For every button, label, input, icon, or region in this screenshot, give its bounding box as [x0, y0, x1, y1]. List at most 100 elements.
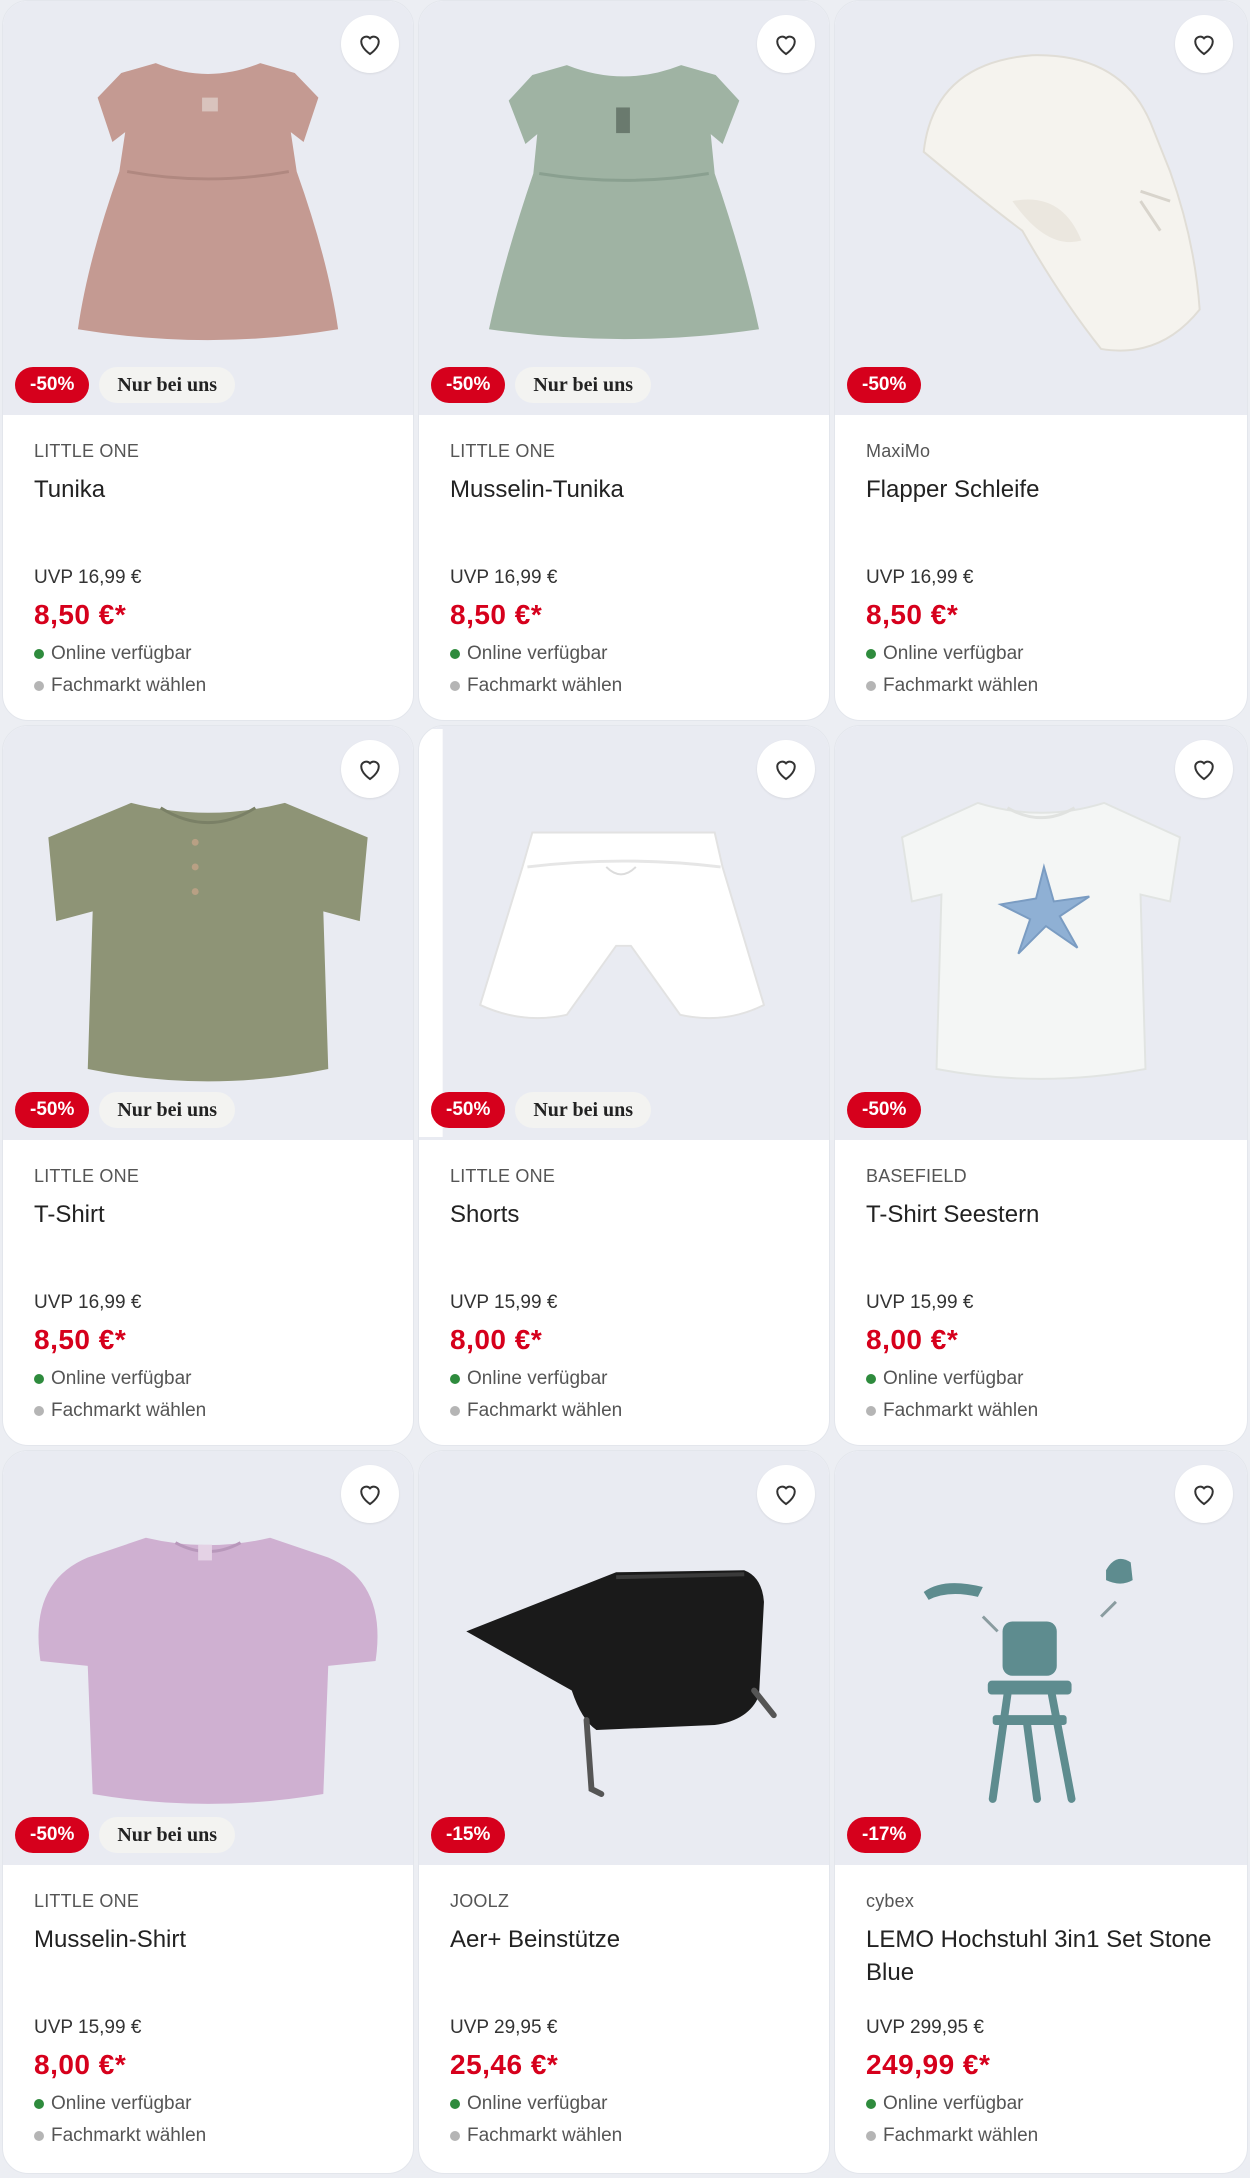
price-block: UVP 16,99 € 8,50 €* Online verfügbar Fac… [34, 1292, 206, 1422]
product-card[interactable]: -50% MaxiMo Flapper Schleife UVP 16,99 €… [834, 0, 1248, 721]
wishlist-heart-button[interactable] [757, 740, 815, 798]
product-image-area[interactable]: -50% Nur bei uns [3, 1, 413, 415]
wishlist-heart-button[interactable] [341, 1465, 399, 1523]
wishlist-heart-button[interactable] [1175, 15, 1233, 73]
product-card[interactable]: -17% cybex LEMO Hochstuhl 3in1 Set Stone… [834, 1450, 1248, 2174]
product-image-area[interactable]: -15% [419, 1451, 829, 1865]
badge-row: -50% Nur bei uns [15, 367, 236, 403]
store-select-link[interactable]: Fachmarkt wählen [450, 1400, 622, 1422]
product-brand: JOOLZ [450, 1891, 510, 1911]
wishlist-heart-button[interactable] [1175, 1465, 1233, 1523]
product-name[interactable]: T-Shirt [34, 1198, 383, 1231]
online-availability: Online verfügbar [866, 2093, 1038, 2115]
uvp-price: UVP 299,95 € [866, 2017, 984, 2038]
product-brand: LITTLE ONE [450, 1166, 556, 1186]
wishlist-heart-button[interactable] [1175, 740, 1233, 798]
availability-dot-icon [866, 1374, 876, 1384]
product-card[interactable]: -50% Nur bei uns LITTLE ONE Musselin-Shi… [2, 1450, 414, 2174]
product-image-area[interactable]: -50% Nur bei uns [419, 1, 829, 415]
online-availability: Online verfügbar [450, 1368, 622, 1390]
product-image-area[interactable]: -50% [835, 1, 1247, 415]
product-info: LITTLE ONE Musselin-Shirt UVP 15,99 € 8,… [3, 1865, 413, 2172]
product-name[interactable]: T-Shirt Seestern [866, 1198, 1217, 1231]
wishlist-heart-button[interactable] [757, 15, 815, 73]
store-dot-icon [450, 681, 460, 691]
availability-dot-icon [34, 649, 44, 659]
sale-price: 8,00 €* [866, 1324, 959, 1355]
product-card[interactable]: -50% Nur bei uns LITTLE ONE T-Shirt UVP … [2, 725, 414, 1446]
product-image-area[interactable]: -17% [835, 1451, 1247, 1865]
store-dot-icon [34, 1406, 44, 1416]
wishlist-heart-button[interactable] [341, 15, 399, 73]
exclusive-badge: Nur bei uns [515, 367, 652, 403]
product-info: MaxiMo Flapper Schleife UVP 16,99 € 8,50… [835, 415, 1247, 720]
heart-icon [1194, 1485, 1214, 1506]
product-name[interactable]: Tunika [34, 473, 383, 506]
discount-badge: -50% [847, 1092, 922, 1128]
store-label: Fachmarkt wählen [51, 675, 207, 696]
store-label: Fachmarkt wählen [467, 675, 623, 696]
availability-dot-icon [450, 2099, 460, 2109]
store-label: Fachmarkt wählen [51, 2125, 207, 2146]
product-brand: LITTLE ONE [34, 441, 140, 461]
product-info: cybex LEMO Hochstuhl 3in1 Set Stone Blue… [835, 1865, 1247, 2172]
availability-dot-icon [34, 1374, 44, 1384]
exclusive-badge: Nur bei uns [99, 1092, 236, 1128]
store-select-link[interactable]: Fachmarkt wählen [866, 675, 1038, 697]
uvp-price: UVP 16,99 € [34, 567, 142, 588]
store-select-link[interactable]: Fachmarkt wählen [866, 2125, 1038, 2147]
online-availability: Online verfügbar [34, 2093, 206, 2115]
product-name[interactable]: Musselin-Tunika [450, 473, 799, 506]
product-name[interactable]: Flapper Schleife [866, 473, 1217, 506]
uvp-price: UVP 15,99 € [34, 2017, 142, 2038]
product-info: LITTLE ONE Musselin-Tunika UVP 16,99 € 8… [419, 415, 829, 720]
online-availability: Online verfügbar [34, 1368, 206, 1390]
price-block: UVP 16,99 € 8,50 €* Online verfügbar Fac… [450, 567, 622, 697]
product-brand: cybex [866, 1891, 915, 1911]
product-name[interactable]: Aer+ Beinstütze [450, 1923, 799, 1956]
discount-badge: -50% [15, 1092, 90, 1128]
product-image-area[interactable]: -50% Nur bei uns [3, 726, 413, 1140]
availability-dot-icon [866, 649, 876, 659]
store-select-link[interactable]: Fachmarkt wählen [866, 1400, 1038, 1422]
store-select-link[interactable]: Fachmarkt wählen [450, 675, 622, 697]
sale-price: 8,50 €* [450, 599, 543, 630]
store-select-link[interactable]: Fachmarkt wählen [34, 1400, 206, 1422]
product-image-area[interactable]: -50% Nur bei uns [3, 1451, 413, 1865]
sale-price: 8,50 €* [866, 599, 959, 630]
availability-label: Online verfügbar [467, 1368, 608, 1389]
product-card[interactable]: -50% BASEFIELD T-Shirt Seestern UVP 15,9… [834, 725, 1248, 1446]
product-image-area[interactable]: -50% Nur bei uns [419, 726, 829, 1140]
store-dot-icon [34, 2131, 44, 2141]
heart-icon [1194, 760, 1214, 781]
store-label: Fachmarkt wählen [51, 1400, 207, 1421]
product-grid: -50% Nur bei uns LITTLE ONE Tunika UVP 1… [0, 0, 1250, 2178]
product-card[interactable]: -50% Nur bei uns LITTLE ONE Musselin-Tun… [418, 0, 830, 721]
online-availability: Online verfügbar [866, 643, 1038, 665]
store-select-link[interactable]: Fachmarkt wählen [34, 2125, 206, 2147]
product-name[interactable]: Shorts [450, 1198, 799, 1231]
product-image-area[interactable]: -50% [835, 726, 1247, 1140]
price-block: UVP 15,99 € 8,00 €* Online verfügbar Fac… [450, 1292, 622, 1422]
store-label: Fachmarkt wählen [883, 675, 1039, 696]
product-card[interactable]: -15% JOOLZ Aer+ Beinstütze UVP 29,95 € 2… [418, 1450, 830, 2174]
sale-price: 8,00 €* [34, 2049, 127, 2080]
store-label: Fachmarkt wählen [883, 2125, 1039, 2146]
product-card[interactable]: -50% Nur bei uns LITTLE ONE Tunika UVP 1… [2, 0, 414, 721]
online-availability: Online verfügbar [866, 1368, 1038, 1390]
wishlist-heart-button[interactable] [757, 1465, 815, 1523]
discount-badge: -50% [847, 367, 922, 403]
store-select-link[interactable]: Fachmarkt wählen [34, 675, 206, 697]
store-dot-icon [866, 681, 876, 691]
sale-price: 8,00 €* [450, 1324, 543, 1355]
store-select-link[interactable]: Fachmarkt wählen [450, 2125, 622, 2147]
availability-label: Online verfügbar [883, 2093, 1024, 2114]
product-card[interactable]: -50% Nur bei uns LITTLE ONE Shorts UVP 1… [418, 725, 830, 1446]
discount-badge: -15% [431, 1817, 506, 1853]
online-availability: Online verfügbar [34, 643, 206, 665]
store-label: Fachmarkt wählen [467, 2125, 623, 2146]
sale-price: 8,50 €* [34, 599, 127, 630]
product-name[interactable]: Musselin-Shirt [34, 1923, 383, 1956]
product-name[interactable]: LEMO Hochstuhl 3in1 Set Stone Blue [866, 1923, 1217, 1989]
wishlist-heart-button[interactable] [341, 740, 399, 798]
